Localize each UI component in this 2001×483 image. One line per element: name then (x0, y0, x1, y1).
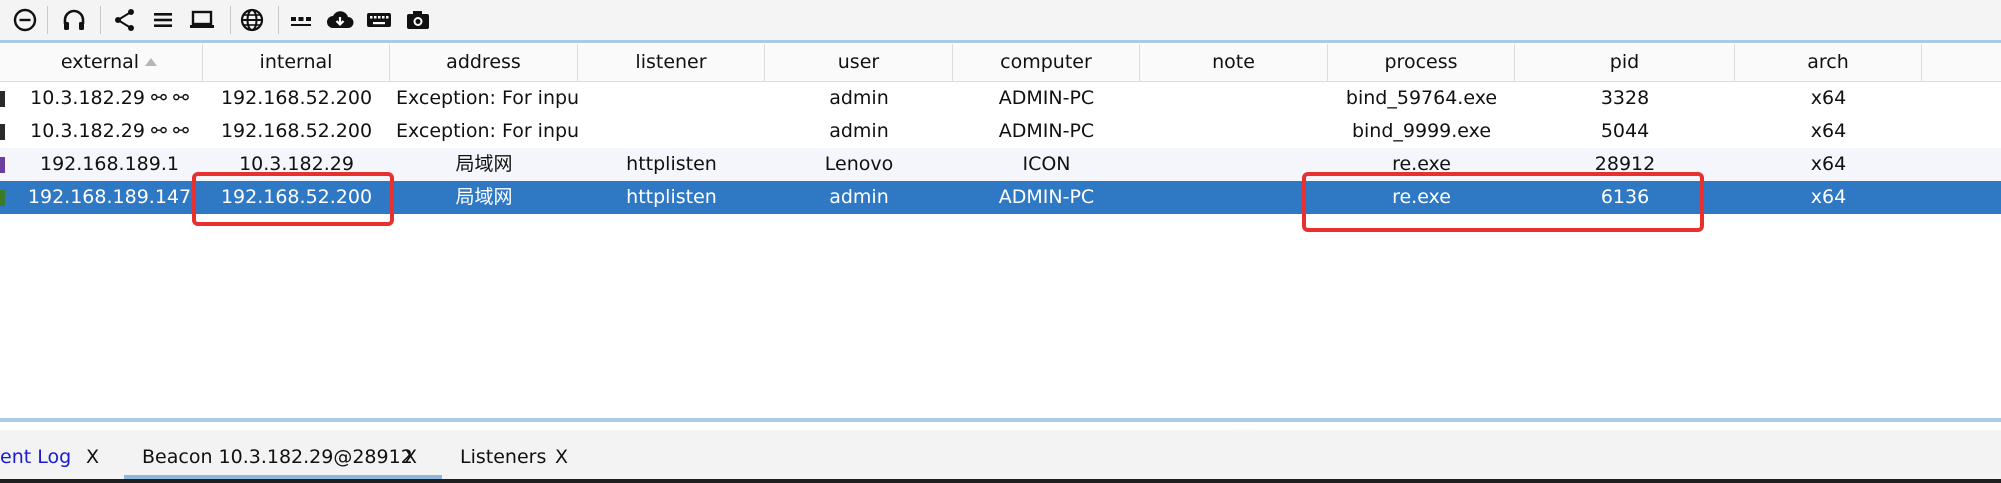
dots-icon[interactable] (284, 3, 318, 37)
globe-icon[interactable] (235, 3, 269, 37)
table-header: external internal address listener user … (0, 44, 2001, 82)
cell-process: bind_59764.exe (1345, 87, 1498, 109)
cell-address: Exception: For inpu... (396, 87, 578, 109)
cell-internal: 192.168.52.200 (220, 87, 373, 109)
cell-address: 局域网 (455, 186, 513, 208)
cell-user: Lenovo (824, 153, 894, 175)
cell-user: admin (829, 186, 889, 208)
beacon-icon (0, 157, 5, 173)
cell-external: 10.3.182.29 ⚯ ⚯ (30, 120, 189, 142)
tab-beacon[interactable]: Beacon 10.3.182.29@28912 (142, 442, 413, 472)
laptop-icon[interactable] (185, 3, 219, 37)
share-graph-icon[interactable] (108, 3, 142, 37)
table-row[interactable]: 10.3.182.29 ⚯ ⚯ 192.168.52.200 Exception… (0, 115, 2001, 148)
column-header-address[interactable]: address (390, 44, 578, 81)
cell-arch: x64 (1810, 153, 1847, 175)
cell-computer: ADMIN-PC (998, 120, 1095, 142)
cell-listener: httplisten (626, 186, 717, 208)
cell-process: bind_9999.exe (1351, 120, 1492, 142)
cell-external: 10.3.182.29 ⚯ ⚯ (30, 87, 189, 109)
highlight-box-process-pid (1302, 172, 1704, 232)
beacon-icon (0, 91, 5, 107)
column-header-external[interactable]: external (16, 44, 203, 81)
cell-pid: 5044 (1600, 120, 1650, 142)
cell-listener: httplisten (626, 153, 717, 175)
cell-arch: x64 (1810, 186, 1847, 208)
column-header-internal[interactable]: internal (203, 44, 390, 81)
cell-listener (578, 82, 765, 115)
cell-computer: ICON (1022, 153, 1071, 175)
toolbar (0, 0, 2001, 40)
cell-note (1140, 82, 1328, 115)
cell-note (1140, 148, 1328, 181)
tab-close-icon[interactable]: X (404, 442, 417, 472)
tab-close-icon[interactable]: X (555, 442, 568, 472)
window-bottom-edge (0, 479, 2001, 483)
toolbar-divider (0, 40, 2001, 43)
tab-listeners[interactable]: Listeners (460, 442, 546, 472)
cell-external: 192.168.189.1 (39, 153, 179, 175)
table-row[interactable]: 10.3.182.29 ⚯ ⚯ 192.168.52.200 Exception… (0, 82, 2001, 115)
column-header-note[interactable]: note (1140, 44, 1328, 81)
column-header-listener[interactable]: listener (578, 44, 765, 81)
cell-computer: ADMIN-PC (998, 186, 1095, 208)
cell-note (1140, 115, 1328, 148)
cell-listener (578, 115, 765, 148)
tab-event-log[interactable]: ent Log (0, 442, 71, 472)
tab-close-icon[interactable]: X (86, 442, 99, 472)
cell-address: 局域网 (455, 153, 513, 175)
column-header-pid[interactable]: pid (1515, 44, 1735, 81)
column-header-process[interactable]: process (1328, 44, 1515, 81)
cell-note (1140, 181, 1328, 214)
panel-divider[interactable] (0, 418, 2001, 422)
column-header-computer[interactable]: computer (953, 44, 1140, 81)
list-icon[interactable] (146, 3, 180, 37)
headphones-icon[interactable] (57, 3, 91, 37)
column-header-arch[interactable]: arch (1735, 44, 1922, 81)
keyboard-icon[interactable] (362, 3, 396, 37)
camera-icon[interactable] (401, 3, 435, 37)
highlight-box-internal (192, 172, 394, 226)
column-header-user[interactable]: user (765, 44, 953, 81)
cell-user: admin (829, 87, 889, 109)
cell-external: 192.168.189.147 (27, 186, 192, 208)
cell-pid: 3328 (1600, 87, 1650, 109)
cell-arch: x64 (1810, 120, 1847, 142)
sort-ascending-icon (145, 58, 158, 66)
cell-internal: 192.168.52.200 (220, 120, 373, 142)
cloud-download-icon[interactable] (323, 3, 357, 37)
cell-address: Exception: For inpu... (396, 120, 578, 142)
beacon-icon (0, 124, 5, 140)
cell-computer: ADMIN-PC (998, 87, 1095, 109)
disconnect-icon[interactable] (8, 3, 42, 37)
cell-arch: x64 (1810, 87, 1847, 109)
beacon-icon (0, 190, 5, 206)
cell-user: admin (829, 120, 889, 142)
